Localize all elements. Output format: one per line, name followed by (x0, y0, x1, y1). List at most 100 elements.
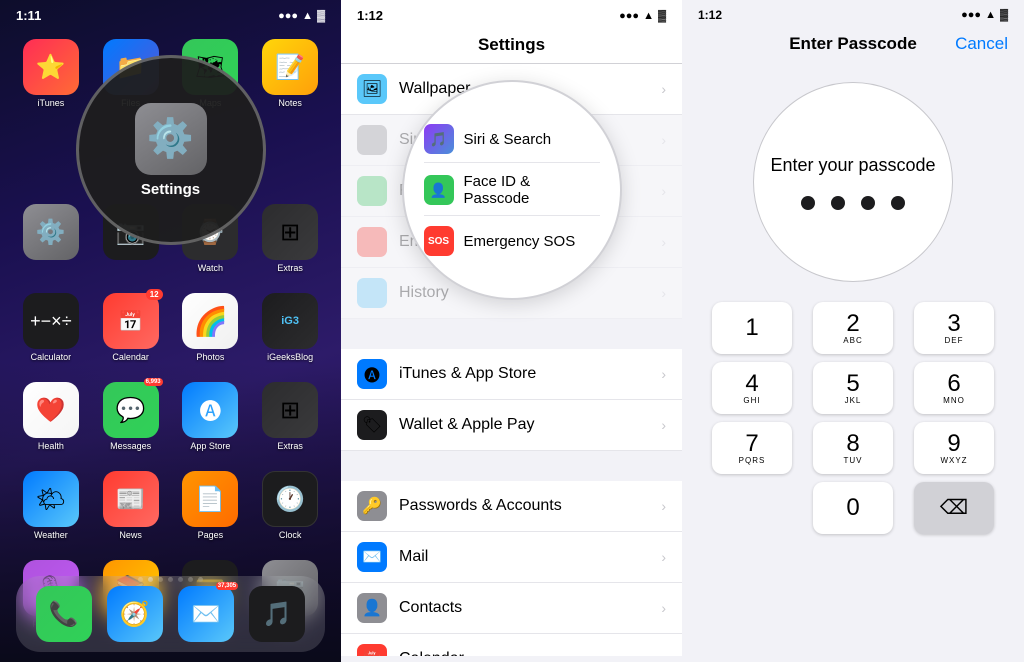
faceid-circle-text: Face ID & Passcode (464, 173, 600, 207)
appstore-icon: 🅐 (182, 382, 238, 438)
app-health[interactable]: ❤️ Health (16, 382, 86, 451)
settings-icon: ⚙️ (135, 103, 207, 175)
health-label: Health (38, 441, 64, 451)
mail-chevron: › (661, 549, 666, 565)
app-settings-home[interactable]: ⚙️ (16, 204, 86, 273)
dock-music[interactable]: 🎵 (249, 586, 305, 642)
key-9[interactable]: 9 WXYZ (914, 422, 994, 474)
passcode-signal-icon: ●●● (961, 9, 981, 21)
settings-row-mail[interactable]: ✉️ Mail › (341, 532, 682, 583)
settings-status-icons: ●●● ▲ ▓ (619, 10, 666, 22)
key-9-letters: WXYZ (940, 456, 967, 465)
app-weather[interactable]: 🌤 Weather (16, 471, 86, 540)
history-chevron-hidden: › (661, 285, 666, 301)
passcode-battery-icon: ▓ (1000, 9, 1008, 21)
settings-row-itunes[interactable]: 🅐 iTunes & App Store › (341, 349, 682, 400)
key-6-number: 6 (947, 372, 960, 396)
key-0-number: 0 (846, 496, 859, 520)
app-news[interactable]: 📰 News (96, 471, 166, 540)
key-4-letters: GHI (743, 396, 760, 405)
extras2-label: Extras (277, 441, 303, 451)
passcode-dot-2 (831, 196, 845, 210)
contacts-row-text: Contacts (399, 599, 661, 617)
key-7[interactable]: 7 PQRS (712, 422, 792, 474)
app-photos[interactable]: 🌈 Photos (176, 293, 246, 362)
app-messages[interactable]: 💬 6,993 Messages (96, 382, 166, 451)
settings-wifi-icon: ▲ (643, 10, 654, 22)
key-3-letters: DEF (945, 336, 964, 345)
app-calculator[interactable]: +−×÷ Calculator (16, 293, 86, 362)
health-icon: ❤️ (23, 382, 79, 438)
settings-screen: 1:12 ●●● ▲ ▓ Settings 🖼 Wallpaper › Siri… (341, 0, 682, 662)
wifi-icon: ▲ (302, 10, 313, 22)
settings-signal-icon: ●●● (619, 10, 639, 22)
app-grid-row4: ❤️ Health 💬 6,993 Messages 🅐 App Store ⊞… (0, 374, 341, 459)
sos-row-icon-hidden (357, 227, 387, 257)
extras1-icon: ⊞ (262, 204, 318, 260)
wallpaper-row-icon: 🖼 (357, 74, 387, 104)
passcode-cancel-button[interactable]: Cancel (955, 34, 1008, 54)
passcode-dot-3 (861, 196, 875, 210)
clock-label: Clock (279, 530, 302, 540)
passcode-status-icons: ●●● ▲ ▓ (961, 9, 1008, 21)
app-pages[interactable]: 📄 Pages (176, 471, 246, 540)
key-delete-icon: ⌫ (940, 498, 968, 518)
history-row-icon-hidden (357, 278, 387, 308)
app-grid-row5: 🌤 Weather 📰 News 📄 Pages 🕐 Clock (0, 463, 341, 548)
messages-badge: 6,993 (144, 378, 163, 386)
app-clock[interactable]: 🕐 Clock (255, 471, 325, 540)
passcode-dots (801, 196, 905, 210)
keypad-row-1: 1 2 ABC 3 DEF (712, 302, 994, 354)
passcode-title: Enter Passcode (789, 34, 917, 54)
passwords-row-text: Passwords & Accounts (399, 497, 661, 515)
app-itunes[interactable]: ⭐ iTunes (16, 39, 86, 108)
key-2[interactable]: 2 ABC (813, 302, 893, 354)
app-calendar[interactable]: 📅 12 Calendar (96, 293, 166, 362)
settings-gap-2 (341, 451, 682, 481)
settings-row-contacts[interactable]: 👤 Contacts › (341, 583, 682, 634)
app-grid-row3: +−×÷ Calculator 📅 12 Calendar 🌈 Photos i… (0, 285, 341, 370)
circle-siri-row[interactable]: 🎵 Siri & Search (424, 116, 600, 163)
keypad-row-2: 4 GHI 5 JKL 6 MNO (712, 362, 994, 414)
app-extras-2[interactable]: ⊞ Extras (255, 382, 325, 451)
circle-faceid-row[interactable]: 👤 Face ID & Passcode (424, 165, 600, 216)
dock-safari[interactable]: 🧭 (107, 586, 163, 642)
app-igeeks[interactable]: iG3 iGeeksBlog (255, 293, 325, 362)
watch-label: Watch (198, 263, 223, 273)
app-appstore[interactable]: 🅐 App Store (176, 382, 246, 451)
settings-header: Settings (341, 27, 682, 64)
key-3[interactable]: 3 DEF (914, 302, 994, 354)
sos-chevron-hidden: › (661, 234, 666, 250)
app-extras-1[interactable]: ⊞ Extras (255, 204, 325, 273)
passcode-status-bar: 1:12 ●●● ▲ ▓ (682, 0, 1024, 26)
key-5-letters: JKL (845, 396, 862, 405)
passcode-screen: 1:12 ●●● ▲ ▓ Enter Passcode Cancel Enter… (682, 0, 1024, 662)
settings-row-calendar[interactable]: 📅 Calendar › (341, 634, 682, 656)
key-4[interactable]: 4 GHI (712, 362, 792, 414)
dock-phone[interactable]: 📞 (36, 586, 92, 642)
calendar-row-icon: 📅 (357, 644, 387, 656)
settings-row-wallet[interactable]: 🏷 Wallet & Apple Pay › (341, 400, 682, 451)
key-1[interactable]: 1 (712, 302, 792, 354)
key-6[interactable]: 6 MNO (914, 362, 994, 414)
dock: 📞 🧭 ✉️ 37,305 🎵 (16, 576, 325, 652)
app-notes[interactable]: 📝 Notes (255, 39, 325, 108)
key-delete[interactable]: ⌫ (914, 482, 994, 534)
settings-row-passwords[interactable]: 🔑 Passwords & Accounts › (341, 481, 682, 532)
passcode-wifi-icon: ▲ (985, 9, 996, 21)
mail-row-icon: ✉️ (357, 542, 387, 572)
dock-mail[interactable]: ✉️ 37,305 (178, 586, 234, 642)
itunes-chevron: › (661, 366, 666, 382)
key-5[interactable]: 5 JKL (813, 362, 893, 414)
passwords-row-icon: 🔑 (357, 491, 387, 521)
settings-gap-1 (341, 319, 682, 349)
key-0[interactable]: 0 (813, 482, 893, 534)
key-2-number: 2 (846, 312, 859, 336)
key-8[interactable]: 8 TUV (813, 422, 893, 474)
settings-status-bar: 1:12 ●●● ▲ ▓ (341, 0, 682, 27)
extras2-icon: ⊞ (262, 382, 318, 438)
passcode-circle: Enter your passcode (753, 82, 953, 282)
circle-sos-row[interactable]: SOS Emergency SOS (424, 218, 600, 264)
itunes-row-text: iTunes & App Store (399, 365, 661, 383)
key-empty (712, 482, 792, 534)
